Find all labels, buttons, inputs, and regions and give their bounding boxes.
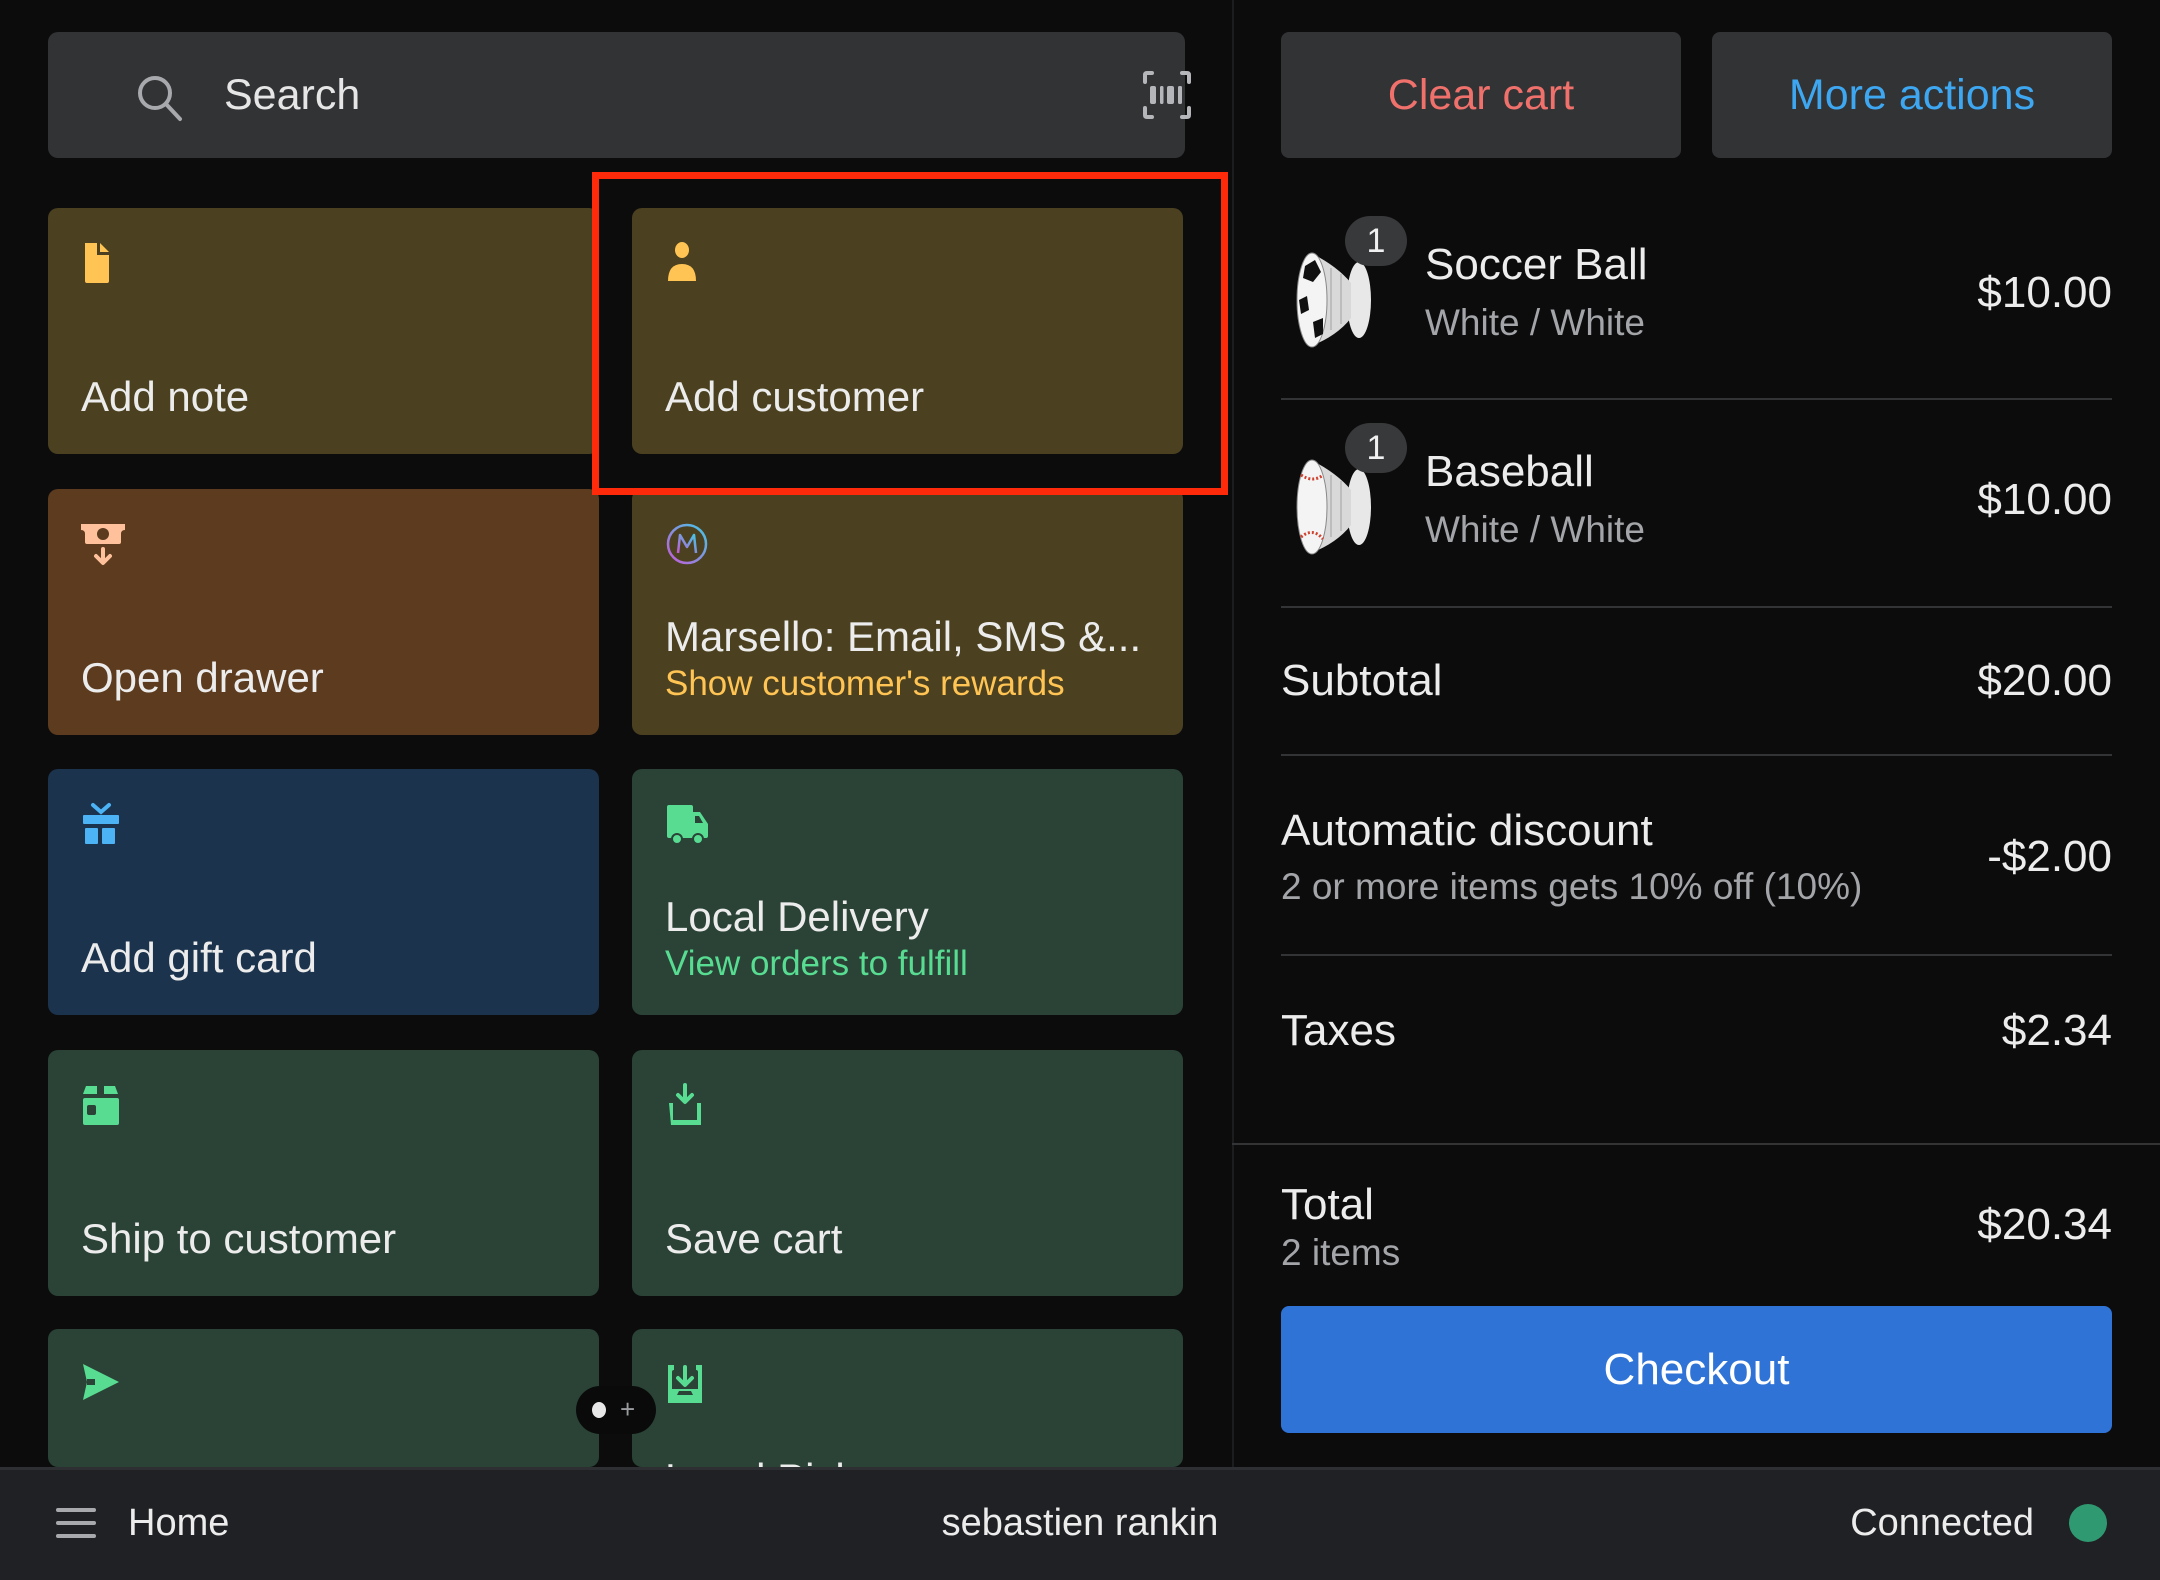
item-name: Soccer Ball xyxy=(1425,240,1648,289)
cash-drawer-icon xyxy=(81,524,125,565)
person-icon xyxy=(668,242,696,281)
divider xyxy=(1232,1143,2160,1145)
item-variant: White / White xyxy=(1425,302,1645,343)
tile-label: Local Delivery xyxy=(665,893,929,940)
item-price: $10.00 xyxy=(1977,475,2112,524)
total-label: Total xyxy=(1281,1180,1374,1229)
tile-subtitle: View orders to fulfill xyxy=(665,944,968,983)
search-icon xyxy=(138,76,182,121)
tile-save-cart[interactable]: Save cart xyxy=(632,1050,1183,1296)
save-download-icon xyxy=(669,1083,701,1125)
total-value: $20.34 xyxy=(1977,1200,2112,1249)
tile-ship-to-customer[interactable]: Ship to customer xyxy=(48,1050,599,1296)
handle-dot-icon xyxy=(592,1402,606,1418)
tile-open-drawer[interactable]: Open drawer xyxy=(48,489,599,735)
subtotal-value: $20.00 xyxy=(1977,656,2112,705)
tile-add-gift-card[interactable]: Add gift card xyxy=(48,769,599,1015)
tile-add-note[interactable]: Add note xyxy=(48,208,599,454)
truck-icon xyxy=(667,805,708,845)
more-actions-button[interactable]: More actions xyxy=(1712,32,2112,158)
divider xyxy=(1281,954,2112,956)
send-arrow-icon xyxy=(83,1364,119,1400)
discount-label: Automatic discount xyxy=(1281,806,1653,855)
reorder-handle[interactable]: + xyxy=(576,1386,656,1434)
subtotal-label: Subtotal xyxy=(1281,656,1443,705)
total-items-count: 2 items xyxy=(1281,1232,1401,1273)
divider xyxy=(1281,754,2112,756)
item-name: Baseball xyxy=(1425,447,1594,496)
tile-local-pickup[interactable]: Local Pickup xyxy=(632,1329,1183,1467)
tile-marsello[interactable]: Marsello: Email, SMS &... Show customer'… xyxy=(632,489,1183,735)
search-bar[interactable]: Search xyxy=(48,32,1191,158)
divider xyxy=(1281,398,2112,400)
tile-label: Open drawer xyxy=(81,654,324,701)
tile-label: Add note xyxy=(81,373,250,420)
connection-status: Connected xyxy=(1850,1502,2034,1544)
discount-value: -$2.00 xyxy=(1987,832,2112,881)
staff-user-name: sebastien rankin xyxy=(941,1502,1219,1544)
tile-label: Local Pickup xyxy=(665,1455,903,1467)
barcode-scan-icon[interactable] xyxy=(1142,70,1192,120)
status-indicator-icon xyxy=(2069,1504,2107,1542)
tile-subtitle: Show customer's rewards xyxy=(665,664,1065,703)
clear-cart-button[interactable]: Clear cart xyxy=(1281,32,1681,158)
tile-label: Add gift card xyxy=(81,934,317,981)
tile-local-delivery[interactable]: Local Delivery View orders to fulfill xyxy=(632,769,1183,1015)
panel-divider xyxy=(1232,0,1234,1467)
tile-send[interactable] xyxy=(48,1329,599,1467)
marsello-logo-icon xyxy=(666,523,708,565)
tile-label: Save cart xyxy=(665,1215,843,1262)
gift-icon xyxy=(83,803,119,844)
tile-label: Ship to customer xyxy=(81,1215,397,1262)
package-icon xyxy=(83,1086,119,1125)
cart-line-item[interactable]: 1 Baseball White / White $10.00 xyxy=(1281,423,2112,585)
tile-label: Marsello: Email, SMS &... xyxy=(665,613,1142,660)
plus-icon: + xyxy=(620,1394,636,1424)
discount-description: 2 or more items gets 10% off (10%) xyxy=(1281,866,1863,907)
search-input[interactable]: Search xyxy=(224,72,360,118)
item-price: $10.00 xyxy=(1977,268,2112,317)
pickup-inbox-icon xyxy=(668,1365,702,1403)
tile-label: Add customer xyxy=(665,373,925,420)
item-variant: White / White xyxy=(1425,509,1645,550)
checkout-button[interactable]: Checkout xyxy=(1281,1306,2112,1433)
note-icon xyxy=(85,243,109,283)
bottom-bar: Home sebastien rankin Connected xyxy=(0,1467,2160,1580)
divider xyxy=(1281,606,2112,608)
tile-add-customer[interactable]: Add customer xyxy=(632,208,1183,454)
taxes-label: Taxes xyxy=(1281,1006,1396,1055)
cart-line-item[interactable]: 1 Soccer Ball White / White $10.00 xyxy=(1281,216,2112,378)
taxes-value: $2.34 xyxy=(2001,1006,2112,1055)
quantity-badge: 1 xyxy=(1345,216,1407,266)
quantity-badge: 1 xyxy=(1345,423,1407,473)
